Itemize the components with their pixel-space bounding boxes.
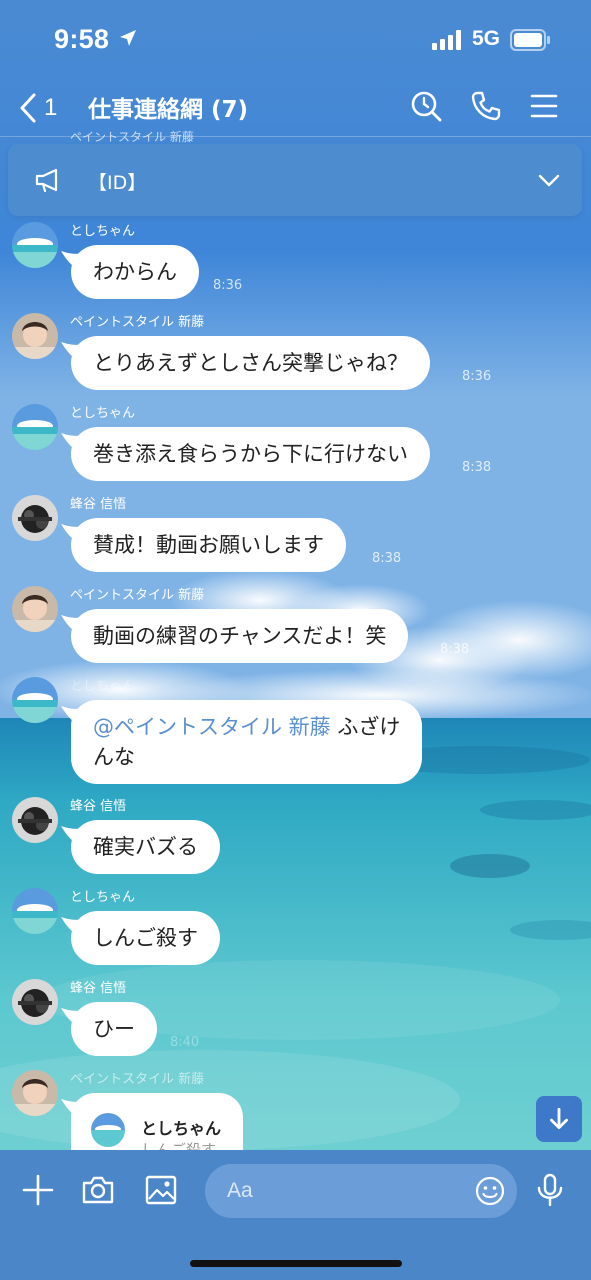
mention-link[interactable]: @ペイントスタイル 新藤 [93, 715, 331, 739]
message-sender: としちゃん [70, 224, 136, 239]
message-sender: 蜂谷 信悟 [70, 799, 127, 814]
chat-header: 1 仕事連絡網 (7) [0, 80, 591, 136]
location-arrow-icon [120, 30, 136, 46]
home-indicator [190, 1260, 402, 1267]
message-bubble[interactable]: とりあえずとしさん突撃じゃね？ [61, 336, 430, 390]
avatar-toshichan[interactable] [12, 222, 58, 268]
back-button[interactable]: 1 [18, 88, 74, 128]
avatar-toshichan[interactable] [12, 677, 58, 723]
message-sender: としちゃん [70, 406, 136, 421]
message-bubble[interactable]: 確実バズる [61, 820, 220, 874]
message-bubble[interactable]: 賛成！動画お願いします [61, 518, 346, 572]
header-divider [0, 136, 591, 137]
message-time: 8:40 [170, 1035, 200, 1050]
message-bubble[interactable]: 巻き添え食らうから下に行けない [61, 427, 430, 481]
message-text: 巻き添え食らうから下に行けない [93, 442, 408, 466]
message-text: しんご殺す [93, 926, 198, 950]
announcement-banner[interactable]: 【ID】 [8, 144, 582, 216]
message-bubble[interactable]: @ペイントスタイル 新藤 ふざけ んな [61, 700, 423, 784]
message-sender: 蜂谷 信悟 [70, 497, 127, 512]
message-time: 8:38 [462, 460, 492, 475]
message-text: 確実バズる [93, 835, 198, 859]
avatar-paintstyle[interactable] [12, 1070, 58, 1116]
battery-icon [510, 29, 550, 51]
message-text: 賛成！動画お願いします [93, 533, 324, 557]
scroll-to-bottom-button[interactable] [536, 1096, 582, 1142]
avatar-toshichan[interactable] [12, 404, 58, 450]
chevron-left-icon [20, 93, 36, 123]
message-text: んな [93, 745, 135, 769]
status-time: 9:58 [54, 24, 110, 54]
message-text: ひー [93, 1017, 135, 1041]
message-bubble[interactable]: わからん [61, 245, 199, 299]
network-type: 5G [472, 27, 501, 50]
message-input-bar [0, 1150, 591, 1280]
message-text: ふざけ [337, 715, 401, 739]
message-sender: ペイントスタイル 新藤 [70, 1072, 205, 1087]
chat-title: 仕事連絡網 (7) [88, 97, 249, 123]
message-text: わからん [93, 260, 177, 284]
message-sender: ペイントスタイル 新藤 [70, 588, 205, 603]
message-sender: としちゃん [70, 679, 136, 694]
emoji-icon[interactable] [474, 1175, 506, 1207]
avatar-hachiya[interactable] [12, 979, 58, 1025]
reply-sender: としちゃん [141, 1119, 222, 1138]
reply-avatar [91, 1113, 125, 1147]
avatar-hachiya[interactable] [12, 797, 58, 843]
status-bar: 9:58 5G [0, 0, 591, 80]
chevron-down-icon[interactable] [538, 172, 560, 188]
phone-icon[interactable] [468, 88, 504, 124]
message-time: 8:38 [372, 551, 402, 566]
message-bubble[interactable]: 動画の練習のチャンスだよ！笑 [61, 609, 409, 663]
message-bubble[interactable]: ひー [61, 1002, 157, 1056]
signal-icon [432, 30, 461, 50]
avatar-hachiya[interactable] [12, 495, 58, 541]
message-text: とりあえずとしさん突撃じゃね？ [93, 351, 408, 375]
megaphone-icon [35, 168, 58, 193]
avatar-paintstyle[interactable] [12, 586, 58, 632]
arrow-down-icon [550, 1107, 568, 1130]
microphone-icon[interactable] [532, 1172, 568, 1208]
camera-icon[interactable] [80, 1172, 116, 1208]
message-sender: 蜂谷 信悟 [70, 981, 127, 996]
message-time: 8:38 [440, 642, 470, 657]
unread-count: 1 [44, 94, 58, 121]
avatar-toshichan[interactable] [12, 888, 58, 934]
image-icon[interactable] [143, 1172, 179, 1208]
avatar-paintstyle[interactable] [12, 313, 58, 359]
message-time: 8:36 [462, 369, 492, 384]
message-text: 動画の練習のチャンスだよ！笑 [93, 624, 387, 648]
message-sender: ペイントスタイル 新藤 [70, 315, 205, 330]
menu-icon[interactable] [526, 88, 562, 124]
message-time: 8:36 [213, 278, 243, 293]
message-bubble[interactable]: しんご殺す [61, 911, 220, 965]
search-icon[interactable] [408, 88, 444, 124]
message-sender: としちゃん [70, 890, 136, 905]
plus-icon[interactable] [20, 1172, 56, 1208]
announcement-text: 【ID】 [88, 172, 147, 194]
message-input[interactable] [205, 1164, 517, 1218]
